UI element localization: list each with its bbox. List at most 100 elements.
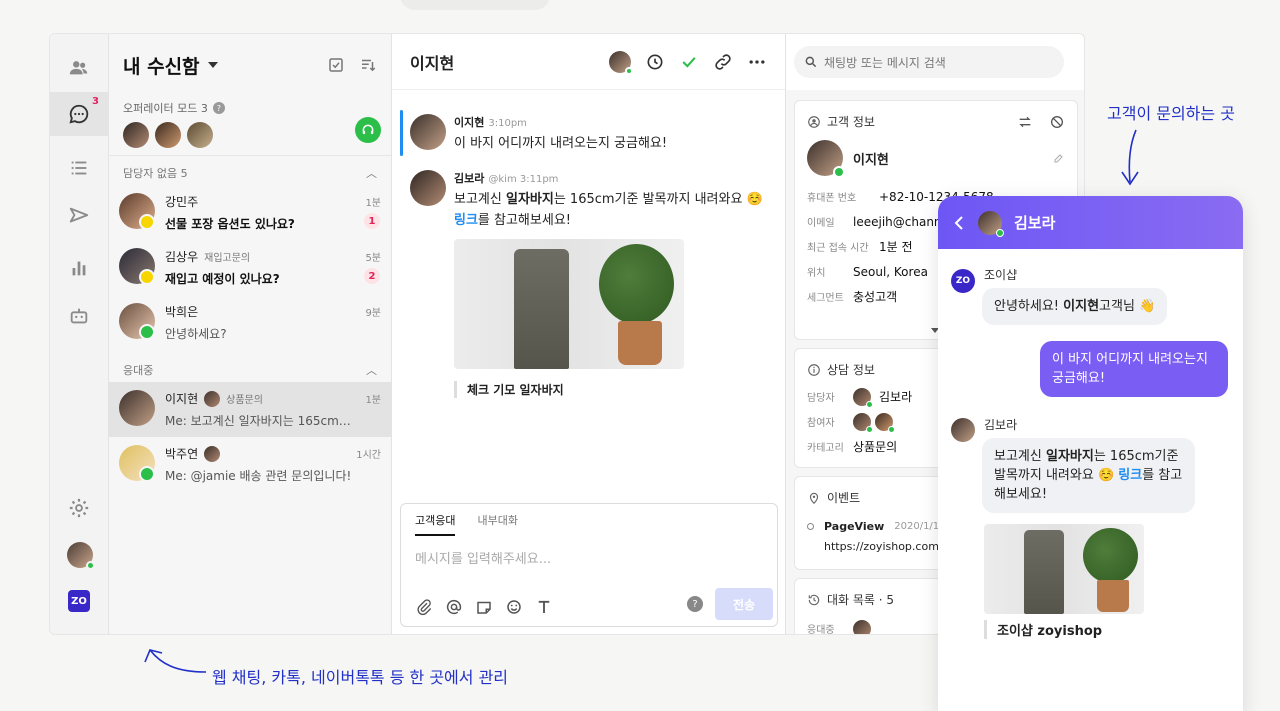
operator-mode-section: 오퍼레이터 모드 3? — [109, 96, 391, 156]
annotation-arrow-up-left — [144, 649, 207, 673]
conversation-item[interactable]: 강민주 선물 포장 옵션도 있나요? 1분 1 — [109, 185, 391, 240]
desk-app-window: 3 ZO 내 수신함 오퍼레이터 모드 3? 담당자 없음 5 ︿ 강민주 선물… — [49, 33, 1085, 635]
chat-message: 김보라 @kim 3:11pm 보고계신 일자바지는 165cm기준 발목까지 내… — [410, 170, 774, 398]
chevron-up-icon[interactable]: ︿ — [366, 165, 377, 181]
conversation-name: 이지현 — [165, 392, 199, 406]
agent-reply-bubble: 보고계신 일자바지는 165cm기준 발목까지 내려와요 ☺️ 링크를 참고해보… — [982, 438, 1195, 513]
chat-message: 이지현 3:10pm 이 바지 어디까지 내려오는지 궁금해요! — [410, 114, 774, 154]
text-format-icon[interactable] — [535, 598, 553, 616]
conversation-item[interactable]: 박주연 Me: @jamie 배송 관련 문의입니다! 1시간 — [109, 437, 391, 492]
product-caption[interactable]: 조이샵 zoyishop — [984, 620, 1102, 639]
gear-icon — [69, 498, 89, 518]
settings-nav-button[interactable] — [50, 486, 108, 530]
conversation-name: 김상우 — [165, 250, 199, 264]
chevron-down-icon[interactable] — [207, 62, 218, 68]
manager-avatar — [853, 387, 873, 408]
send-icon — [69, 207, 89, 223]
agent-avatar — [853, 619, 871, 634]
conversation-preview: 선물 포장 옵션도 있나요? — [165, 217, 295, 231]
back-arrow-icon[interactable] — [952, 215, 966, 231]
tab-internal-chat[interactable]: 내부대화 — [477, 512, 517, 536]
people-icon — [69, 61, 88, 75]
customer-chat-widget: 김보라 ZO 조이샵 안녕하세요! 이지현고객님 👋 이 바지 어디까지 내려오… — [938, 196, 1243, 711]
message-input[interactable]: 메시지를 입력해주세요... — [401, 536, 777, 579]
online-status-dot — [625, 66, 633, 75]
inbox-nav-button[interactable]: 3 — [50, 92, 108, 136]
kakao-channel-icon — [139, 269, 155, 285]
message-text: 보고계신 일자바지는 165cm기준 발목까지 내려와요 ☺️ 링크를 참고해보세… — [454, 192, 763, 228]
team-nav-button[interactable] — [50, 46, 108, 90]
chat-search-input[interactable]: 채팅방 또는 메시지 검색 — [794, 46, 1064, 78]
tab-customer-reply[interactable]: 고객응대 — [415, 512, 456, 536]
conversation-tag: 상품문의 — [226, 395, 263, 406]
headset-toggle-button[interactable] — [355, 117, 381, 143]
more-icon[interactable] — [747, 52, 767, 72]
my-profile-avatar[interactable] — [67, 542, 95, 570]
bot-nav-button[interactable] — [50, 294, 108, 338]
chevron-up-icon[interactable]: ︿ — [366, 362, 377, 378]
agent-avatar — [410, 170, 446, 206]
timeline-dot — [807, 523, 814, 530]
block-icon[interactable] — [1049, 114, 1065, 130]
customer-name: 이지현 — [853, 152, 889, 168]
person-icon — [808, 115, 820, 128]
inbox-title[interactable]: 내 수신함 — [123, 52, 200, 79]
sort-icon[interactable] — [359, 56, 377, 74]
assignee-avatar — [204, 445, 221, 462]
help-icon[interactable]: ? — [687, 596, 703, 612]
card-title: 상담 정보 — [827, 363, 875, 377]
online-status-dot — [833, 166, 845, 178]
send-button[interactable]: 전송 — [715, 588, 773, 620]
conversation-item[interactable]: 김상우 재입고문의 재입고 예정이 있나요? 5분 2 — [109, 240, 391, 295]
annotation-multichannel: 웹 채팅, 카톡, 네이버톡톡 등 한 곳에서 관리 — [212, 668, 509, 687]
template-icon[interactable] — [475, 598, 493, 616]
link-icon[interactable] — [713, 52, 733, 72]
edit-icon[interactable] — [1053, 152, 1065, 164]
conversation-time: 1시간 — [356, 450, 381, 461]
conversation-time: 1분 — [365, 395, 381, 406]
list-nav-button[interactable] — [50, 146, 108, 190]
online-status-dot — [86, 561, 95, 570]
campaign-nav-button[interactable] — [50, 194, 108, 238]
history-icon — [808, 594, 820, 605]
brand-logo: ZO — [68, 590, 90, 612]
emoji-icon[interactable] — [505, 598, 523, 616]
help-icon[interactable]: ? — [212, 102, 225, 114]
check-icon[interactable] — [679, 52, 699, 72]
assignee-avatar — [204, 390, 221, 407]
conversation-item[interactable]: 박희은 안녕하세요? 9분 — [109, 295, 391, 350]
message-link[interactable]: 링크 — [454, 213, 478, 228]
conversation-item-selected[interactable]: 이지현 상품문의 Me: 보고계신 일자바지는 165cm… 1분 — [109, 382, 391, 437]
inbox-badge: 3 — [92, 96, 99, 107]
checkbox-icon[interactable] — [327, 56, 345, 74]
operator-avatar[interactable] — [187, 122, 213, 148]
greeting-bubble: 안녕하세요! 이지현고객님 👋 — [982, 288, 1168, 325]
chat-bubble-icon — [69, 104, 89, 124]
unassigned-section-header[interactable]: 담당자 없음 5 ︿ — [109, 156, 391, 185]
participant-avatar — [853, 412, 873, 433]
search-icon — [805, 56, 817, 68]
customer-avatar — [410, 114, 446, 150]
statistics-nav-button[interactable] — [50, 246, 108, 290]
product-image[interactable] — [454, 239, 684, 369]
clock-icon[interactable] — [645, 52, 665, 72]
operator-avatar[interactable] — [123, 122, 149, 148]
online-status-dot — [996, 228, 1004, 237]
unread-count-badge: 1 — [364, 213, 380, 229]
unassigned-label: 담당자 없음 5 — [123, 167, 188, 180]
widget-header: 김보라 — [938, 196, 1243, 249]
highlight-bar — [400, 110, 403, 156]
swap-icon[interactable] — [1017, 114, 1033, 130]
product-image[interactable] — [984, 524, 1144, 614]
attachment-icon[interactable] — [415, 598, 433, 616]
product-caption[interactable]: 체크 기모 일자바지 — [454, 381, 774, 398]
annotation-arrow-down — [1121, 129, 1139, 186]
assignee-avatar[interactable] — [609, 50, 633, 75]
agent-avatar — [951, 418, 975, 442]
conversation-preview: Me: 보고계신 일자바지는 165cm… — [165, 414, 351, 428]
reply-link[interactable]: 링크 — [1118, 468, 1142, 483]
mention-icon[interactable] — [445, 598, 463, 616]
shop-name: 조이샵 — [984, 268, 1018, 282]
operator-avatar[interactable] — [155, 122, 181, 148]
in-progress-section-header[interactable]: 응대중 ︿ — [109, 350, 391, 382]
